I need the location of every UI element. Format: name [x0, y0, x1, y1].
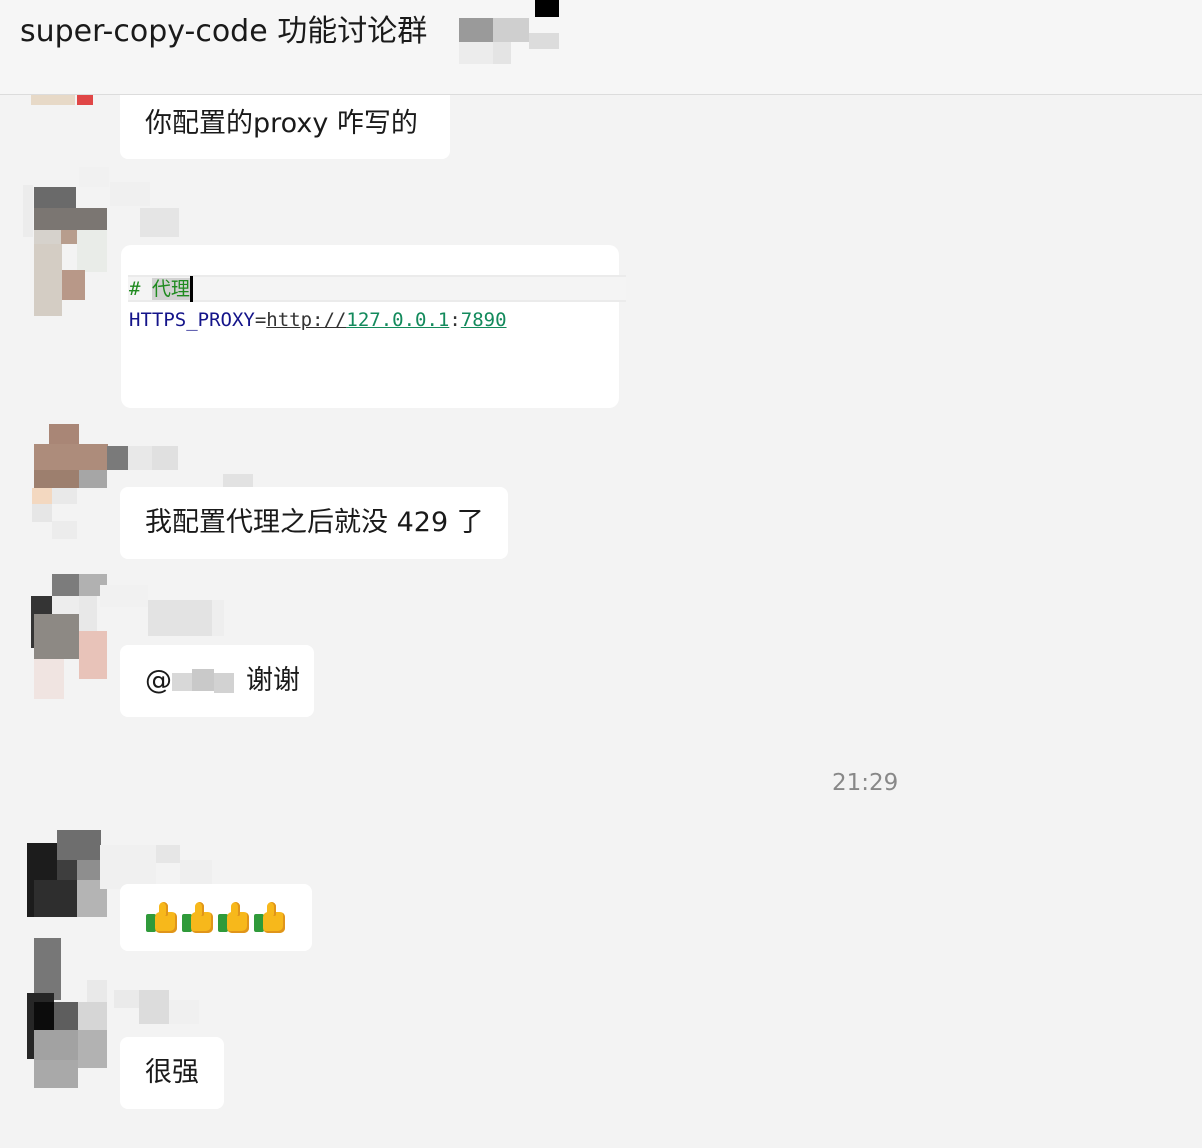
message-bubble[interactable] — [120, 884, 312, 951]
chat-header: super-copy-code 功能讨论群 — [0, 0, 1202, 95]
avatar[interactable] — [27, 938, 111, 1090]
timestamp: 21:29 — [832, 770, 899, 796]
group-title: super-copy-code 功能讨论群 — [20, 14, 428, 49]
thumbs-up-icon — [252, 901, 287, 935]
sender-name-blur — [100, 585, 225, 637]
sender-name-blur — [110, 182, 195, 238]
text-cursor — [189, 276, 193, 302]
code-image-bubble[interactable]: # 代理 HTTPS_PROXY=http://127.0.0.1:7890 — [121, 245, 626, 408]
avatar[interactable] — [27, 830, 111, 918]
message-bubble[interactable]: 我配置代理之后就没 429 了 — [120, 487, 508, 559]
message-bubble[interactable]: @ 谢谢 — [120, 645, 314, 717]
code-env-line: HTTPS_PROXY=http://127.0.0.1:7890 — [129, 309, 507, 331]
message-text: 我配置代理之后就没 429 了 — [145, 507, 484, 538]
avatar[interactable] — [31, 574, 111, 701]
thumbs-up-emoji-group — [144, 899, 288, 935]
avatar[interactable] — [31, 424, 111, 542]
thumbs-up-icon — [216, 901, 251, 935]
code-line-highlight — [128, 275, 626, 302]
mention-symbol: @ — [145, 665, 172, 696]
message-bubble[interactable]: 你配置的proxy 咋写的 — [120, 88, 450, 159]
mention-name-blur — [172, 667, 236, 697]
thanks-text: 谢谢 — [246, 665, 300, 696]
avatar[interactable] — [23, 167, 113, 317]
chat-window: super-copy-code 功能讨论群 你配置的proxy 咋写的 # 代理… — [0, 0, 1202, 1148]
message-text: 很强 — [145, 1057, 199, 1088]
sender-name-blur — [107, 444, 257, 489]
thumbs-up-icon — [180, 901, 215, 935]
code-comment-line: # 代理 — [129, 276, 193, 302]
avatar[interactable] — [31, 95, 97, 107]
message-bubble[interactable]: 很强 — [120, 1037, 224, 1109]
sender-name-blur — [114, 990, 204, 1026]
thumbs-up-icon — [144, 901, 179, 935]
message-text: 你配置的proxy 咋写的 — [145, 108, 418, 139]
message-text: @ 谢谢 — [145, 663, 300, 699]
